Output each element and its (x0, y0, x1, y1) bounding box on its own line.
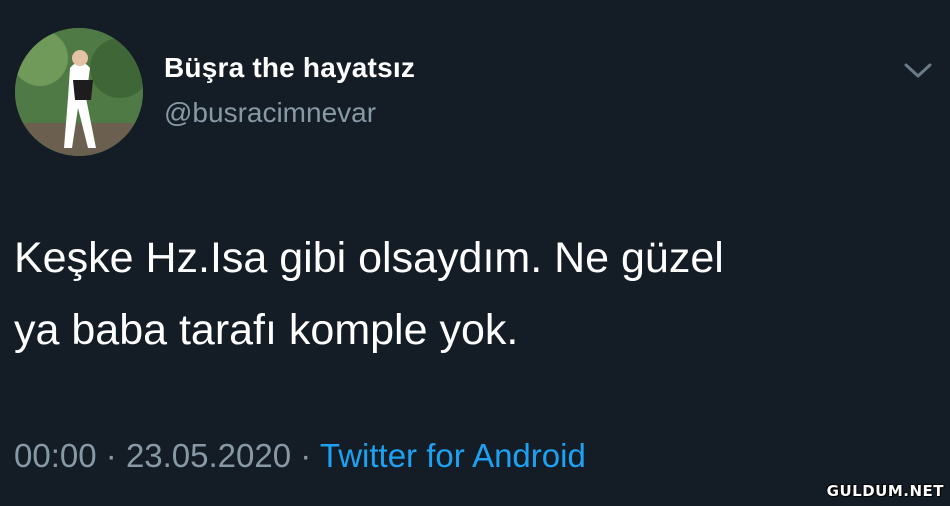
chevron-down-icon[interactable] (900, 58, 936, 82)
profile-photo-icon (15, 28, 143, 156)
tweet-meta: 00:00 · 23.05.2020 · Twitter for Android (14, 437, 586, 475)
meta-separator: · (105, 437, 117, 474)
tweet-text: Keşke Hz.Isa gibi olsaydım. Ne güzel ya … (14, 222, 924, 366)
avatar[interactable] (15, 28, 143, 156)
tweet-card: Büşra the hayatsız @busracimnevar Keşke … (0, 0, 950, 506)
tweet-date[interactable]: 23.05.2020 (126, 437, 291, 474)
tweet-source-link[interactable]: Twitter for Android (320, 437, 586, 474)
user-handle[interactable]: @busracimnevar (164, 97, 376, 129)
meta-separator: · (300, 437, 312, 474)
tweet-text-line: Keşke Hz.Isa gibi olsaydım. Ne güzel (14, 234, 724, 282)
site-watermark: GULDUM.NET (826, 482, 944, 500)
display-name[interactable]: Büşra the hayatsız (164, 52, 415, 84)
tweet-text-line: ya baba tarafı komple yok. (14, 306, 519, 354)
tweet-time[interactable]: 00:00 (14, 437, 97, 474)
